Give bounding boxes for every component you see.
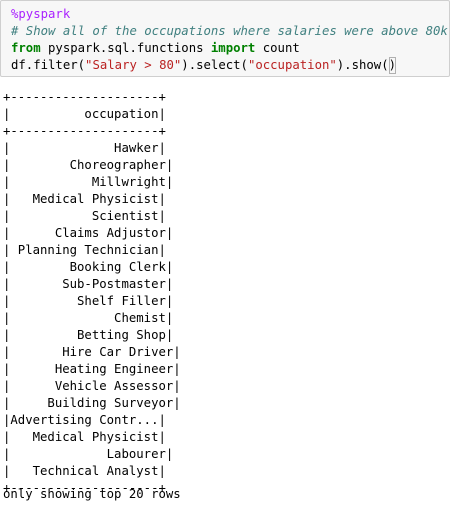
filter-string: "Salary > 80" xyxy=(85,58,182,72)
interpreter-magic: %pyspark xyxy=(11,7,71,21)
call-show: ).show( xyxy=(336,58,389,72)
table-row: | Planning Technician| xyxy=(3,243,166,257)
code-comment: # Show all of the occupations where sala… xyxy=(11,24,448,38)
code-input-cell[interactable]: %pyspark # Show all of the occupations wh… xyxy=(0,0,450,77)
matched-paren-cursor: ) xyxy=(388,57,397,74)
table-row: | Booking Clerk| xyxy=(3,260,174,274)
output-table: +--------------------+ | occupation| +----… xyxy=(3,89,181,497)
table-row: | Hawker| xyxy=(3,141,166,155)
table-row: | Choreographer| xyxy=(3,158,174,172)
output-footer: only showing top 20 rows xyxy=(3,487,181,501)
table-row: | Betting Shop| xyxy=(3,328,174,342)
table-row: | Heating Engineer| xyxy=(3,362,181,376)
table-row: |Advertising Contr...| xyxy=(3,413,166,427)
table-border: +--------------------+ xyxy=(3,124,166,138)
table-row: | Claims Adjustor| xyxy=(3,226,174,240)
table-row: | Medical Physicist| xyxy=(3,430,166,444)
table-row: | Building Surveyor| xyxy=(3,396,181,410)
select-string: "occupation" xyxy=(247,58,337,72)
table-header: | occupation| xyxy=(3,107,166,121)
call-prefix: df.filter( xyxy=(11,58,86,72)
code-editor[interactable]: %pyspark # Show all of the occupations wh… xyxy=(11,6,448,74)
code-line-1: %pyspark xyxy=(11,6,448,23)
table-row: | Millwright| xyxy=(3,175,174,189)
table-row: | Medical Physicist| xyxy=(3,192,166,206)
table-border: +--------------------+ xyxy=(3,90,166,104)
table-row: | Scientist| xyxy=(3,209,166,223)
code-line-2: # Show all of the occupations where sala… xyxy=(11,23,448,40)
table-row: | Sub-Postmaster| xyxy=(3,277,174,291)
table-row: | Labourer| xyxy=(3,447,174,461)
code-line-3: from pyspark.sql.functions import count xyxy=(11,40,448,57)
call-middle: ).select( xyxy=(181,58,248,72)
import-keyword: import xyxy=(210,41,256,55)
table-row: | Technical Analyst| xyxy=(3,464,166,478)
table-row: | Chemist| xyxy=(3,311,174,325)
import-module: pyspark.sql.functions xyxy=(40,41,211,55)
table-row: | Shelf Filler| xyxy=(3,294,174,308)
code-line-4: df.filter("Salary > 80").select("occupat… xyxy=(11,57,448,74)
table-row: | Hire Car Driver| xyxy=(3,345,181,359)
from-keyword: from xyxy=(11,41,41,55)
import-name: count xyxy=(255,41,300,55)
table-row: | Vehicle Assessor| xyxy=(3,379,181,393)
